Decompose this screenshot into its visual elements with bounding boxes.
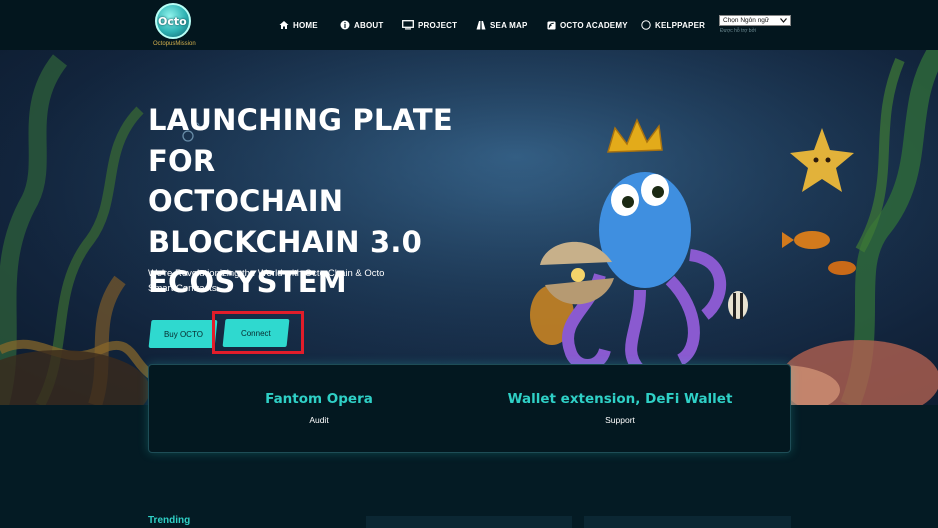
nav-home[interactable]: HOME (279, 18, 318, 32)
nav-project-label: PROJECT (418, 20, 458, 30)
monitor-icon (402, 20, 414, 30)
hero-subtitle: We're Revolutionizing the World with Oct… (148, 268, 385, 294)
stats-card: Fantom Opera Audit Wallet extension, DeF… (148, 364, 791, 453)
map-icon (476, 21, 486, 30)
nav-octo-academy-label: OCTO ACADEMY (560, 20, 628, 30)
stat-label: Support (605, 415, 635, 425)
language-powered-note: Được hỗ trợ bởi (720, 28, 756, 34)
hero-title-line-1: LAUNCHING PLATE FOR (148, 103, 453, 178)
language-select-value: Chọn Ngôn ngữ (723, 17, 770, 24)
hero-title-line-3: BLOCKCHAIN 3.0 (148, 224, 422, 259)
nav-about[interactable]: ABOUT (340, 18, 383, 32)
nav-about-label: ABOUT (354, 20, 384, 30)
trending-panel (584, 516, 791, 528)
nav-kelppaper-label: KELPPAPER (655, 20, 706, 30)
stat-label: Audit (309, 415, 329, 425)
home-icon (279, 21, 289, 29)
nav-project[interactable]: PROJECT (402, 18, 457, 32)
circle-icon (641, 20, 651, 30)
stat-wallet: Wallet extension, DeFi Wallet Support (490, 391, 750, 425)
buy-octo-button-label: Buy OCTO (163, 329, 203, 339)
nav-home-label: HOME (293, 20, 318, 30)
hero-section: LAUNCHING PLATE FOR OCTOCHAIN BLOCKCHAIN… (0, 50, 938, 405)
nav-sea-map-label: SEA MAP (490, 20, 528, 30)
chevron-down-icon (780, 18, 787, 23)
stat-title: Wallet extension, DeFi Wallet (507, 391, 733, 407)
trending-heading: Trending (148, 515, 191, 526)
hero-title-line-2: OCTOCHAIN (148, 184, 344, 218)
logo-text: Octo (158, 15, 187, 28)
site-logo[interactable]: Octo OctopusMission (150, 1, 196, 49)
buy-octo-button[interactable]: Buy OCTO (148, 320, 218, 348)
logo-subtitle: OctopusMission (153, 41, 196, 47)
connect-highlight-box (212, 311, 304, 354)
academy-icon (547, 20, 556, 30)
trending-panel (366, 516, 572, 528)
stat-title: Fantom Opera (265, 391, 373, 407)
stat-fantom: Fantom Opera Audit (189, 391, 449, 425)
top-navbar: Octo OctopusMission HOME ABOUT PROJECT S… (0, 0, 938, 50)
nav-octo-academy[interactable]: OCTO ACADEMY (547, 18, 628, 32)
info-icon (340, 20, 350, 30)
nav-sea-map[interactable]: SEA MAP (476, 18, 528, 32)
nav-kelppaper[interactable]: KELPPAPER (641, 18, 705, 32)
language-select[interactable]: Chọn Ngôn ngữ (719, 15, 791, 26)
